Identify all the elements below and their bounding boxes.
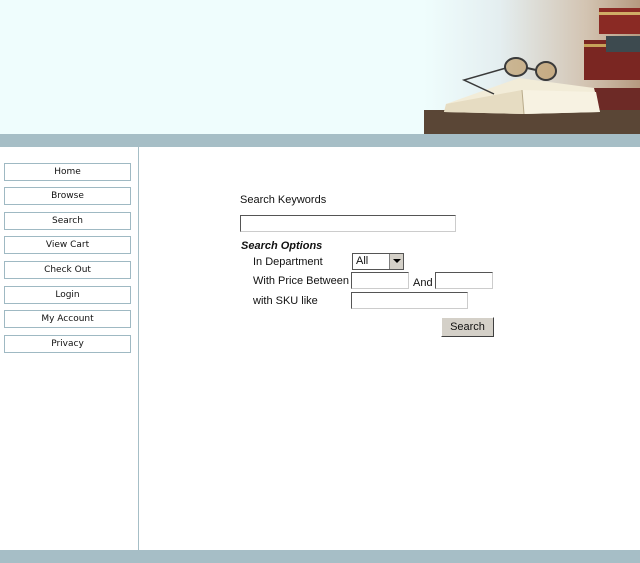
price-label: With Price Between: [253, 275, 349, 287]
keywords-input[interactable]: [240, 215, 456, 232]
keywords-label: Search Keywords: [240, 194, 327, 206]
department-label: In Department: [253, 256, 323, 268]
sidebar-item-privacy[interactable]: Privacy: [4, 335, 131, 353]
sidebar-item-home[interactable]: Home: [4, 163, 131, 181]
footer-strip: [0, 550, 640, 563]
department-selected-value: All: [356, 255, 369, 267]
and-label: And: [413, 277, 433, 289]
sidebar-item-my-account[interactable]: My Account: [4, 310, 131, 328]
sku-input[interactable]: [351, 292, 468, 309]
sidebar-nav: Home Browse Search View Cart Check Out L…: [0, 147, 139, 550]
header-banner: [0, 0, 640, 134]
sku-label: with SKU like: [253, 295, 318, 307]
sidebar-item-browse[interactable]: Browse: [4, 187, 131, 205]
chevron-down-icon[interactable]: [389, 254, 403, 269]
books-glasses-illustration: [424, 0, 640, 134]
search-button[interactable]: Search: [441, 317, 494, 337]
department-select[interactable]: All: [352, 253, 404, 270]
price-min-input[interactable]: [351, 272, 409, 289]
sidebar-item-search[interactable]: Search: [4, 212, 131, 230]
sidebar-item-check-out[interactable]: Check Out: [4, 261, 131, 279]
sidebar-item-view-cart[interactable]: View Cart: [4, 236, 131, 254]
search-form: Search Keywords Search Options In Depart…: [139, 147, 640, 550]
search-options-title: Search Options: [241, 240, 323, 252]
sidebar-item-login[interactable]: Login: [4, 286, 131, 304]
price-max-input[interactable]: [435, 272, 493, 289]
books-glasses-photo: [424, 0, 640, 134]
header-strip: [0, 134, 640, 147]
